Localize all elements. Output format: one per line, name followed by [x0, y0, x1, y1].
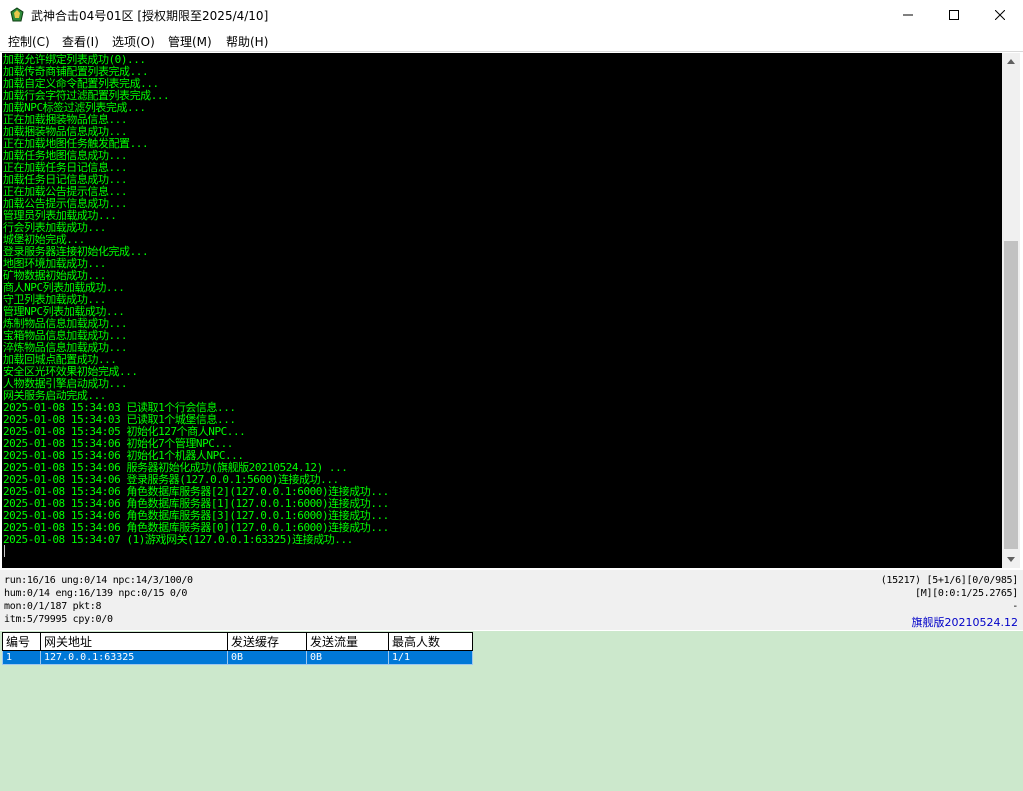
- status-connections: (15217) [5+1/6][0/0/985]: [880, 575, 1019, 586]
- col-max-players[interactable]: 最高人数: [388, 632, 473, 651]
- cell-max-players: 1/1: [388, 650, 473, 665]
- menu-options[interactable]: 选项(O): [112, 33, 155, 50]
- maximize-button[interactable]: [931, 0, 977, 30]
- chevron-down-icon: [1007, 557, 1015, 562]
- cell-gateway-address: 127.0.0.1:63325: [40, 650, 228, 665]
- gateway-table: 编号 网关地址 发送缓存 发送流量 最高人数 1 127.0.0.1:63325…: [2, 632, 473, 665]
- menu-control[interactable]: 控制(C): [8, 33, 50, 50]
- minimize-button[interactable]: [885, 0, 931, 30]
- table-row[interactable]: 1 127.0.0.1:63325 0B 0B 1/1: [2, 650, 473, 665]
- menu-manage[interactable]: 管理(M): [168, 33, 212, 50]
- gateway-panel: 编号 网关地址 发送缓存 发送流量 最高人数 1 127.0.0.1:63325…: [0, 631, 1023, 791]
- menu-bar: 控制(C) 查看(I) 选项(O) 管理(M) 帮助(H): [0, 30, 1023, 50]
- status-itm: itm:5/79995 cpy:0/0: [4, 614, 113, 625]
- cell-send-traffic: 0B: [306, 650, 389, 665]
- cell-send-buffer: 0B: [227, 650, 307, 665]
- scroll-thumb[interactable]: [1004, 241, 1018, 549]
- status-memory: [M][0:0:1/25.2765]: [915, 588, 1018, 599]
- log-line: 2025-01-08 15:34:07 (1)游戏网关(127.0.0.1:63…: [3, 533, 353, 546]
- cell-id: 1: [2, 650, 41, 665]
- status-dash: -: [1012, 601, 1018, 612]
- game-app-icon: [10, 7, 24, 22]
- close-icon: [995, 10, 1005, 20]
- col-send-traffic[interactable]: 发送流量: [306, 632, 389, 651]
- col-gateway-address[interactable]: 网关地址: [40, 632, 228, 651]
- status-mon: mon:0/1/187 pkt:8: [4, 601, 102, 612]
- close-button[interactable]: [977, 0, 1023, 30]
- log-scrollbar[interactable]: [1002, 53, 1020, 568]
- scroll-up-button[interactable]: [1002, 53, 1020, 70]
- minimize-icon: [903, 14, 913, 16]
- title-bar: 武神合击04号01区 [授权期限至2025/4/10]: [0, 0, 1023, 30]
- chevron-up-icon: [1007, 59, 1015, 64]
- log-console[interactable]: 加载允许绑定列表成功(0)... 加载传奇商铺配置列表完成... 加载自定义命令配置…: [2, 53, 1002, 568]
- maximize-icon: [949, 10, 959, 20]
- status-run: run:16/16 ung:0/14 npc:14/3/100/0: [4, 575, 193, 586]
- window-title: 武神合击04号01区 [授权期限至2025/4/10]: [31, 9, 269, 23]
- status-panel: run:16/16 ung:0/14 npc:14/3/100/0 hum:0/…: [0, 570, 1023, 630]
- scroll-down-button[interactable]: [1002, 551, 1020, 568]
- menu-view[interactable]: 查看(I): [62, 33, 99, 50]
- col-id[interactable]: 编号: [2, 632, 41, 651]
- col-send-buffer[interactable]: 发送缓存: [227, 632, 307, 651]
- text-caret: [4, 545, 5, 557]
- status-hum: hum:0/14 eng:16/139 npc:0/15 0/0: [4, 588, 188, 599]
- edition-label: 旗舰版20210524.12: [911, 616, 1018, 629]
- menu-help[interactable]: 帮助(H): [226, 33, 268, 50]
- menu-divider: [0, 51, 1023, 52]
